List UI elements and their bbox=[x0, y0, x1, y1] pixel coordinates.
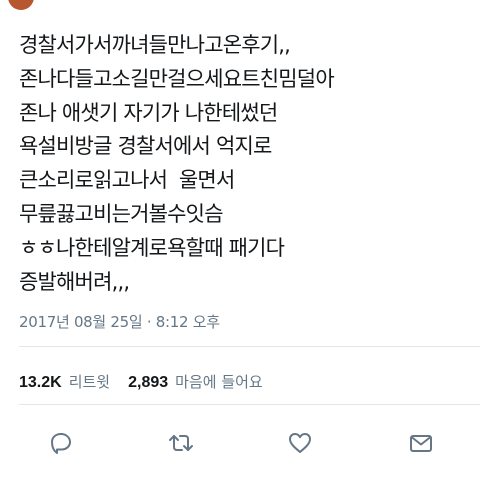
envelope-icon bbox=[410, 435, 432, 452]
retweet-count[interactable]: 13.2K bbox=[19, 374, 62, 391]
reply-icon bbox=[51, 433, 71, 454]
tweet-detail: 경찰서가서까녀들만나고온후기,, 존나다들고소길만걸으세요트친밈덜아 존나 애샛… bbox=[0, 0, 480, 480]
retweet-icon bbox=[169, 435, 193, 451]
tweet-line: 증발해버려,,, bbox=[19, 269, 130, 294]
retweet-button[interactable] bbox=[166, 428, 196, 458]
divider bbox=[19, 346, 480, 347]
tweet-line: 큰소리로읽고나서 울면서 bbox=[19, 168, 235, 193]
tweet-text: 경찰서가서까녀들만나고온후기,, 존나다들고소길만걸으세요트친밈덜아 존나 애샛… bbox=[19, 29, 469, 299]
reply-button[interactable] bbox=[46, 428, 76, 458]
tweet-stats: 13.2K 리트윗 2,893 마음에 들어요 bbox=[19, 371, 281, 392]
heart-icon bbox=[289, 433, 311, 453]
tweet-line: 무릎끓고비는거볼수잇슴 bbox=[19, 201, 224, 226]
tweet-line: ㅎㅎ나한테알계로욕할때 패기다 bbox=[19, 235, 285, 260]
tweet-actions bbox=[0, 428, 480, 458]
tweet-line: 욕설비방글 경찰서에서 억지로 bbox=[19, 134, 272, 159]
like-label[interactable]: 마음에 들어요 bbox=[175, 373, 263, 391]
tweet-line: 존나다들고소길만걸으세요트친밈덜아 bbox=[19, 66, 335, 91]
direct-message-button[interactable] bbox=[406, 428, 436, 458]
tweet-line: 경찰서가서까녀들만나고온후기,, bbox=[19, 33, 291, 57]
avatar[interactable] bbox=[8, 0, 34, 10]
like-count[interactable]: 2,893 bbox=[128, 374, 168, 391]
retweet-label[interactable]: 리트윗 bbox=[69, 373, 110, 391]
divider bbox=[19, 404, 480, 405]
like-button[interactable] bbox=[285, 428, 315, 458]
tweet-line: 존나 애샛기 자기가 나한테썼던 bbox=[19, 100, 278, 125]
tweet-timestamp[interactable]: 2017년 08월 25일 · 8:12 오후 bbox=[19, 311, 220, 332]
